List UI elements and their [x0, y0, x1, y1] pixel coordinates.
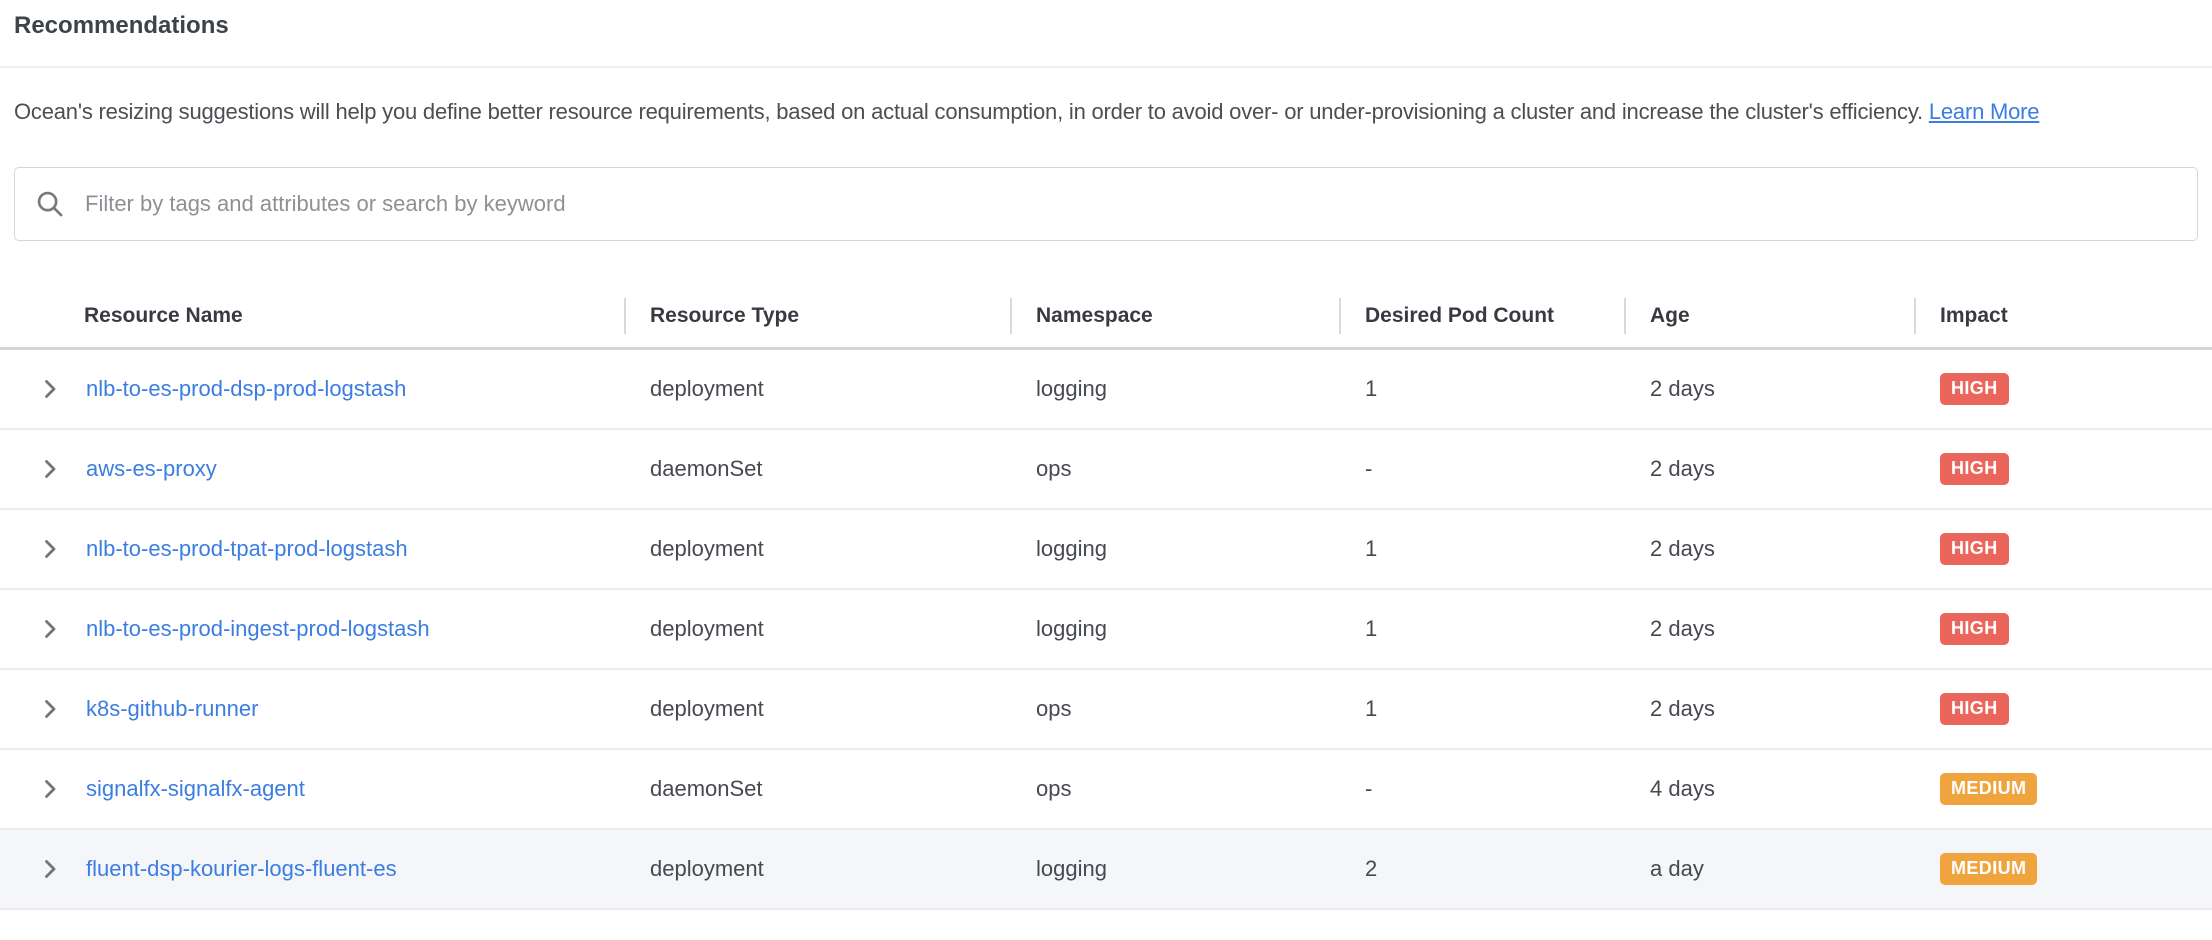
namespace-cell: logging	[1010, 856, 1339, 882]
age-cell: 2 days	[1624, 616, 1914, 642]
table-row[interactable]: fluent-dsp-kourier-logs-fluent-es deploy…	[0, 830, 2212, 910]
table-row[interactable]: k8s-github-runner deployment ops 1 2 day…	[0, 670, 2212, 750]
age-cell: 2 days	[1624, 536, 1914, 562]
table-body: nlb-to-es-prod-dsp-prod-logstash deploym…	[0, 350, 2212, 910]
impact-cell: HIGH	[1914, 533, 2212, 565]
table-header-row: Resource Name Resource Type Namespace De…	[0, 285, 2212, 350]
expand-chevron-icon[interactable]	[38, 377, 62, 401]
page-title: Recommendations	[0, 0, 2212, 40]
resource-name-link[interactable]: nlb-to-es-prod-ingest-prod-logstash	[86, 616, 430, 642]
search-input[interactable]	[83, 190, 2178, 218]
table-row[interactable]: nlb-to-es-prod-dsp-prod-logstash deploym…	[0, 350, 2212, 430]
resource-type-cell: deployment	[624, 856, 1010, 882]
age-cell: 2 days	[1624, 696, 1914, 722]
impact-cell: MEDIUM	[1914, 773, 2212, 805]
resource-type-cell: daemonSet	[624, 456, 1010, 482]
pod-count-cell: 1	[1339, 536, 1624, 562]
resource-name-cell: nlb-to-es-prod-dsp-prod-logstash	[0, 376, 624, 402]
table-row[interactable]: signalfx-signalfx-agent daemonSet ops - …	[0, 750, 2212, 830]
header-divider	[0, 66, 2212, 68]
resource-type-cell: deployment	[624, 696, 1010, 722]
column-header-namespace: Namespace	[1010, 304, 1339, 328]
impact-badge: MEDIUM	[1940, 853, 2037, 885]
table-row[interactable]: nlb-to-es-prod-ingest-prod-logstash depl…	[0, 590, 2212, 670]
pod-count-cell: -	[1339, 776, 1624, 802]
resource-name-link[interactable]: nlb-to-es-prod-dsp-prod-logstash	[86, 376, 406, 402]
learn-more-link[interactable]: Learn More	[1929, 99, 2040, 124]
column-header-desired-pod-count: Desired Pod Count	[1339, 304, 1624, 328]
resource-type-cell: deployment	[624, 616, 1010, 642]
expand-chevron-icon[interactable]	[38, 537, 62, 561]
description-text: Ocean's resizing suggestions will help y…	[14, 99, 1923, 124]
namespace-cell: ops	[1010, 696, 1339, 722]
filter-search-box[interactable]	[14, 167, 2198, 241]
expand-chevron-icon[interactable]	[38, 617, 62, 641]
column-header-resource-type: Resource Type	[624, 304, 1010, 328]
resource-type-cell: deployment	[624, 376, 1010, 402]
namespace-cell: logging	[1010, 376, 1339, 402]
expand-chevron-icon[interactable]	[38, 777, 62, 801]
impact-cell: HIGH	[1914, 693, 2212, 725]
impact-cell: HIGH	[1914, 453, 2212, 485]
column-header-impact: Impact	[1914, 304, 2212, 328]
resource-type-cell: deployment	[624, 536, 1010, 562]
table-row[interactable]: nlb-to-es-prod-tpat-prod-logstash deploy…	[0, 510, 2212, 590]
impact-cell: HIGH	[1914, 373, 2212, 405]
resource-name-cell: k8s-github-runner	[0, 696, 624, 722]
age-cell: a day	[1624, 856, 1914, 882]
impact-badge: HIGH	[1940, 533, 2009, 565]
namespace-cell: logging	[1010, 536, 1339, 562]
resource-name-link[interactable]: aws-es-proxy	[86, 456, 217, 482]
impact-badge: HIGH	[1940, 613, 2009, 645]
column-header-age: Age	[1624, 304, 1914, 328]
recommendations-page: Recommendations Ocean's resizing suggest…	[0, 0, 2212, 940]
namespace-cell: logging	[1010, 616, 1339, 642]
pod-count-cell: 2	[1339, 856, 1624, 882]
pod-count-cell: 1	[1339, 376, 1624, 402]
page-description: Ocean's resizing suggestions will help y…	[14, 92, 2144, 131]
age-cell: 2 days	[1624, 456, 1914, 482]
pod-count-cell: -	[1339, 456, 1624, 482]
resource-name-cell: nlb-to-es-prod-tpat-prod-logstash	[0, 536, 624, 562]
resource-name-link[interactable]: signalfx-signalfx-agent	[86, 776, 305, 802]
impact-cell: MEDIUM	[1914, 853, 2212, 885]
namespace-cell: ops	[1010, 456, 1339, 482]
expand-chevron-icon[interactable]	[38, 457, 62, 481]
table-row[interactable]: aws-es-proxy daemonSet ops - 2 days HIGH	[0, 430, 2212, 510]
namespace-cell: ops	[1010, 776, 1339, 802]
resource-type-cell: daemonSet	[624, 776, 1010, 802]
pod-count-cell: 1	[1339, 616, 1624, 642]
search-icon	[34, 188, 66, 220]
resource-name-cell: aws-es-proxy	[0, 456, 624, 482]
expand-chevron-icon[interactable]	[38, 857, 62, 881]
resource-name-cell: signalfx-signalfx-agent	[0, 776, 624, 802]
expand-chevron-icon[interactable]	[38, 697, 62, 721]
impact-cell: HIGH	[1914, 613, 2212, 645]
impact-badge: MEDIUM	[1940, 773, 2037, 805]
resource-name-link[interactable]: nlb-to-es-prod-tpat-prod-logstash	[86, 536, 408, 562]
age-cell: 2 days	[1624, 376, 1914, 402]
column-header-resource-name: Resource Name	[0, 304, 624, 328]
resource-name-link[interactable]: fluent-dsp-kourier-logs-fluent-es	[86, 856, 397, 882]
impact-badge: HIGH	[1940, 373, 2009, 405]
resource-name-cell: nlb-to-es-prod-ingest-prod-logstash	[0, 616, 624, 642]
impact-badge: HIGH	[1940, 453, 2009, 485]
age-cell: 4 days	[1624, 776, 1914, 802]
pod-count-cell: 1	[1339, 696, 1624, 722]
resource-name-cell: fluent-dsp-kourier-logs-fluent-es	[0, 856, 624, 882]
impact-badge: HIGH	[1940, 693, 2009, 725]
resource-name-link[interactable]: k8s-github-runner	[86, 696, 258, 722]
